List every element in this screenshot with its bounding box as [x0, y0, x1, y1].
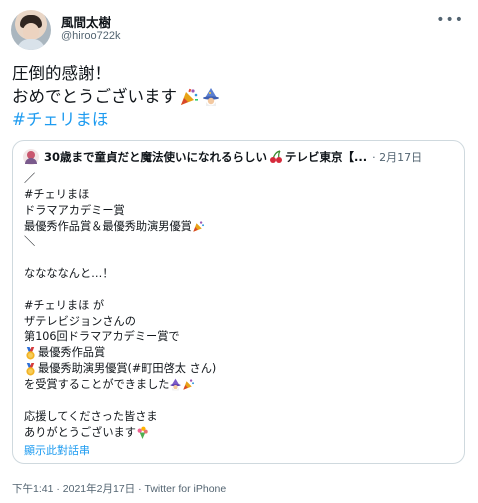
quoted-line: ななななんと…！	[24, 267, 114, 281]
quoted-line: 最優秀助演男優賞(#町田啓太 さん)	[24, 361, 454, 377]
quoted-line	[24, 282, 454, 298]
wizard-icon	[170, 379, 182, 391]
quoted-line: #チェリまほ が	[24, 298, 105, 312]
quoted-tweet-text: ／ #チェリまほ ドラマアカデミー賞 最優秀作品賞＆最優秀助演男優賞 ＼ ななな…	[24, 171, 454, 440]
tweet-text: 圧倒的感謝！ おめでとうございます #チェリまほ	[12, 62, 462, 131]
quoted-date[interactable]: · 2月17日	[372, 149, 422, 165]
show-thread-link[interactable]: 顯示此對話串	[24, 442, 90, 458]
bouquet-icon	[137, 426, 148, 439]
quoted-line: を受賞することができました	[24, 377, 454, 393]
medal-icon	[26, 362, 35, 375]
quoted-author-avatar	[23, 149, 39, 165]
quoted-line: ザテレビジョンさんの	[24, 314, 136, 328]
quoted-line: 応援してくださった皆さま	[24, 409, 158, 423]
author-display-name[interactable]: 風間太樹	[61, 12, 111, 31]
party-popper-icon	[193, 221, 204, 232]
quoted-line: 最優秀作品賞＆最優秀助演男優賞	[24, 219, 454, 235]
tweet-meta: 下午1:41 · 2021年2月17日 · Twitter for iPhone	[12, 481, 226, 496]
cherries-icon	[270, 150, 283, 163]
quoted-line: ＼	[24, 235, 36, 249]
quoted-tweet-header: 30歳まで童貞だと魔法使いになれるらしい テレビ東京【... · 2月17日	[23, 148, 454, 166]
wizard-icon	[203, 87, 219, 106]
meta-separator: ·	[56, 483, 60, 495]
quoted-line: 最優秀作品賞	[24, 345, 454, 361]
tweet-line: 圧倒的感謝！	[12, 64, 111, 83]
quoted-line: ／	[24, 172, 36, 185]
author-avatar[interactable]	[11, 10, 51, 50]
tweet-date[interactable]: 2021年2月17日	[63, 483, 135, 495]
quoted-line: #チェリまほ	[24, 187, 90, 201]
author-handle[interactable]: @hiroo722k	[61, 30, 120, 42]
party-popper-icon	[181, 88, 198, 105]
quoted-line	[24, 250, 454, 266]
party-popper-icon	[183, 379, 195, 391]
quoted-line: ありがとうございます	[24, 425, 454, 441]
quoted-author-name: 30歳まで童貞だと魔法使いになれるらしい テレビ東京【...	[44, 150, 368, 164]
tweet-hashtag-link[interactable]: #チェリまほ	[12, 108, 462, 131]
quoted-line: 第106回ドラマアカデミー賞で	[24, 330, 180, 344]
medal-icon	[26, 346, 35, 360]
tweet-time[interactable]: 下午1:41	[12, 483, 53, 495]
tweet-line: おめでとうございます	[12, 85, 462, 108]
more-dots-icon[interactable]: •••	[436, 12, 464, 28]
quoted-line	[24, 393, 454, 409]
quoted-tweet-card[interactable]: 30歳まで童貞だと魔法使いになれるらしい テレビ東京【... · 2月17日 ／…	[12, 140, 465, 464]
tweet-source[interactable]: Twitter for iPhone	[145, 483, 227, 495]
meta-separator: ·	[138, 483, 142, 495]
quoted-line: ドラマアカデミー賞	[24, 203, 125, 217]
